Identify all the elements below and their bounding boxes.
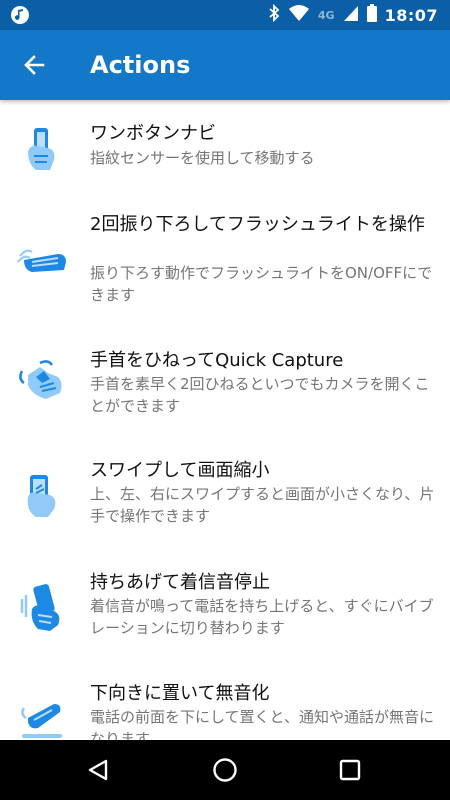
actions-list: ワンボタンナビ 指紋センサーを使用して移動する 2回振り下ろしてフラッシュライト…	[0, 100, 450, 740]
arrow-left-icon	[24, 55, 45, 75]
item-description: 着信音が鳴って電話を持ち上げると、すぐにバイブレーションに切り替わります	[90, 597, 434, 637]
back-button[interactable]	[16, 46, 54, 84]
music-icon	[10, 5, 30, 25]
item-title: 手首をひねってQuick Capture	[90, 350, 344, 371]
home-circle-icon	[213, 758, 237, 782]
signal-icon	[343, 4, 359, 26]
twist-hand-icon	[14, 353, 70, 409]
list-item-flip-silence[interactable]: 下向きに置いて無音化 電話の前面を下にして置くと、通知や通話が無音になります	[0, 670, 450, 740]
list-item-chop-flashlight[interactable]: 2回振り下ろしてフラッシュライトを操作 振り下ろす動作でフラッシュライトをON/…	[0, 200, 450, 335]
item-description: 指紋センサーを使用して移動する	[90, 149, 315, 167]
bluetooth-icon	[268, 3, 280, 26]
page-title: Actions	[90, 51, 191, 79]
item-description: 振り下ろす動作でフラッシュライトをON/OFFにできます	[90, 264, 433, 304]
pickup-hand-icon	[14, 579, 70, 635]
battery-icon	[366, 4, 377, 26]
status-time: 18:07	[384, 5, 438, 25]
list-item-swipe-shrink[interactable]: スワイプして画面縮小 上、左、右にスワイプすると画面が小さくなり、片手で操作でき…	[0, 445, 450, 555]
app-bar: Actions	[0, 30, 450, 100]
recents-square-icon	[339, 759, 361, 781]
chop-hand-icon	[14, 236, 70, 292]
phone-hand-icon	[14, 122, 70, 178]
nav-recents-button[interactable]	[320, 740, 380, 800]
item-title: 2回振り下ろしてフラッシュライトを操作	[90, 214, 425, 235]
item-title: 下向きに置いて無音化	[90, 683, 270, 704]
wifi-icon	[288, 4, 310, 26]
item-description: 手首を素早く2回ひねるといつでもカメラを開くことができます	[90, 375, 430, 415]
flip-phone-icon	[14, 694, 70, 740]
item-description: 上、左、右にスワイプすると画面が小さくなり、片手で操作できます	[90, 485, 435, 525]
swipe-hand-icon	[14, 467, 70, 523]
item-title: 持ちあげて着信音停止	[90, 572, 270, 593]
list-item-one-button-nav[interactable]: ワンボタンナビ 指紋センサーを使用して移動する	[0, 100, 450, 200]
back-triangle-icon	[88, 759, 108, 781]
item-title: ワンボタンナビ	[90, 123, 216, 144]
network-type: 4G	[317, 8, 335, 22]
item-title: スワイプして画面縮小	[90, 460, 270, 481]
nav-back-button[interactable]	[68, 740, 128, 800]
status-bar: 4G 18:07	[0, 0, 450, 30]
nav-home-button[interactable]	[195, 740, 255, 800]
item-description: 電話の前面を下にして置くと、通知や通話が無音になります	[90, 708, 434, 740]
list-item-pickup-mute-ring[interactable]: 持ちあげて着信音停止 着信音が鳴って電話を持ち上げると、すぐにバイブレーションに…	[0, 555, 450, 670]
list-item-twist-capture[interactable]: 手首をひねってQuick Capture 手首を素早く2回ひねるといつでもカメラ…	[0, 335, 450, 445]
status-icons: 4G 18:07	[268, 0, 438, 30]
navigation-bar	[0, 740, 450, 800]
